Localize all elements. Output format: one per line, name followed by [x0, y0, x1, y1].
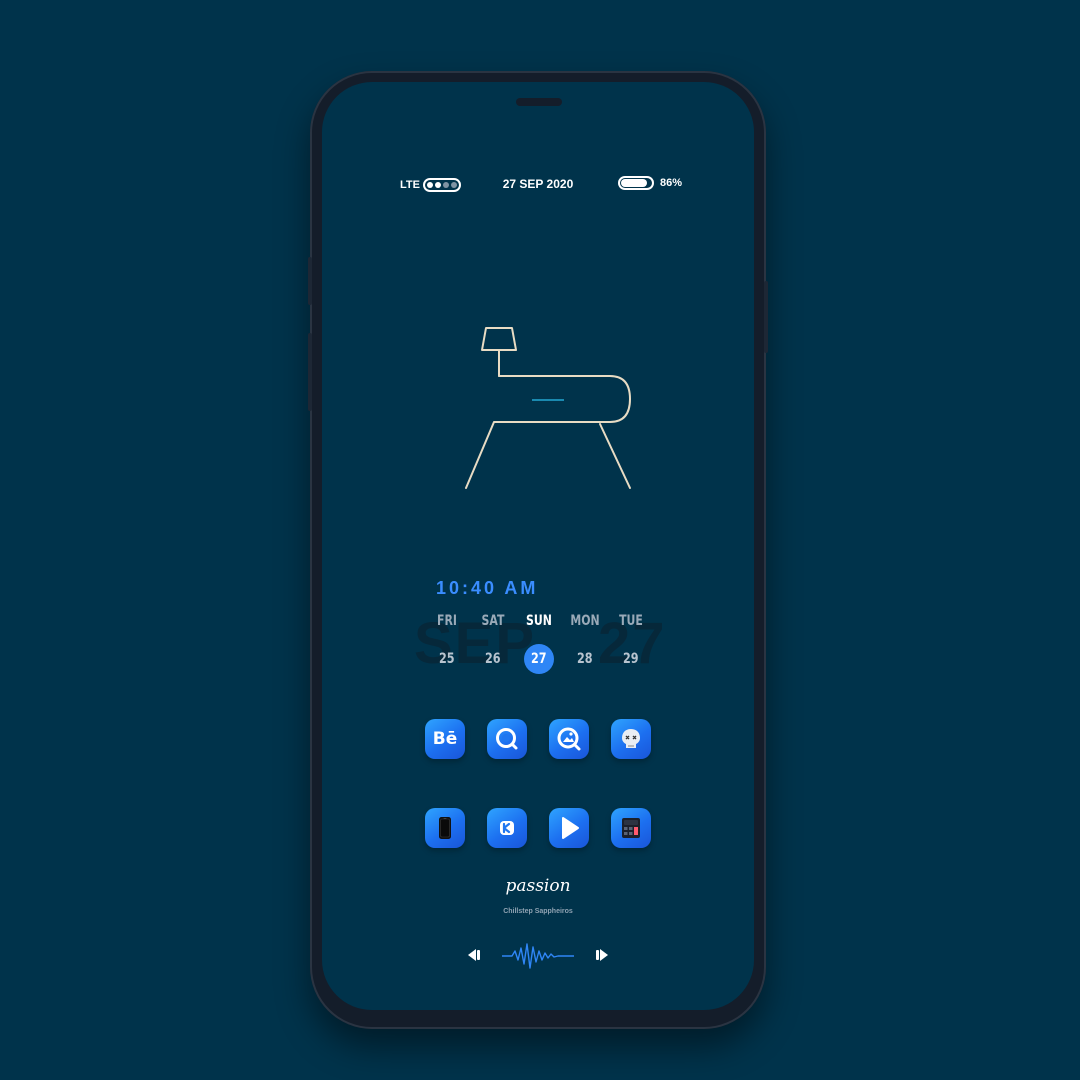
- play-icon: [562, 817, 579, 839]
- phone-device-icon: [439, 817, 451, 839]
- behance-icon: Bē: [432, 729, 458, 749]
- song-title: passion: [505, 876, 571, 896]
- day-fri[interactable]: FRI 25: [425, 610, 469, 674]
- day-name: MON: [570, 613, 600, 629]
- day-name: SUN: [526, 613, 552, 629]
- week-calendar: FRI 25 SAT 26 SUN 27 MON 28 TUE 29: [425, 610, 653, 674]
- calculator-icon: [622, 818, 640, 838]
- lamp-chair-illustration: [465, 327, 631, 489]
- day-number: 28: [577, 651, 593, 667]
- day-tue[interactable]: TUE 29: [609, 610, 653, 674]
- behance-app[interactable]: Bē: [425, 719, 465, 759]
- volume-down-button: [308, 333, 312, 411]
- gallery-icon: [557, 727, 581, 751]
- battery-icon: [618, 176, 654, 190]
- day-number-selected: 27: [524, 644, 554, 674]
- next-track-button[interactable]: [594, 948, 610, 962]
- day-sat[interactable]: SAT 26: [471, 610, 515, 674]
- day-sun-selected[interactable]: SUN 27: [517, 610, 561, 674]
- calculator-app[interactable]: [611, 808, 651, 848]
- device-app[interactable]: [425, 808, 465, 848]
- earpiece-speaker: [516, 98, 562, 106]
- skull-icon: [622, 729, 640, 748]
- battery-indicator: 86%: [618, 176, 682, 190]
- search-app-icon: [496, 728, 518, 750]
- day-number: 25: [439, 651, 455, 667]
- kodi-app[interactable]: [487, 808, 527, 848]
- skull-app[interactable]: [611, 719, 651, 759]
- day-name: TUE: [619, 613, 643, 629]
- audio-waveform-icon: [502, 943, 574, 969]
- video-player-app[interactable]: [549, 808, 589, 848]
- day-name: SAT: [481, 613, 505, 629]
- previous-track-button[interactable]: [466, 948, 482, 962]
- power-button: [764, 281, 768, 353]
- battery-percent: 86%: [660, 177, 683, 189]
- clock-time: 10:40 AM: [436, 578, 539, 598]
- day-number: 26: [485, 651, 501, 667]
- home-screen: LTE 27 SEP 2020 86% SEP 27 10:40 AM FRI …: [322, 82, 754, 1010]
- status-date: 27 SEP 2020: [502, 177, 574, 191]
- status-bar: LTE 27 SEP 2020 86%: [322, 174, 754, 194]
- kodi-icon: [500, 821, 514, 835]
- gallery-app[interactable]: [549, 719, 589, 759]
- volume-up-button: [308, 257, 312, 305]
- phone-frame: LTE 27 SEP 2020 86% SEP 27 10:40 AM FRI …: [308, 71, 768, 1029]
- battery-level-fill: [621, 179, 647, 187]
- day-name: FRI: [437, 613, 457, 629]
- day-mon[interactable]: MON 28: [563, 610, 607, 674]
- day-number: 29: [623, 651, 639, 667]
- song-artist: Chillstep Sappheiros: [503, 908, 573, 915]
- search-app[interactable]: [487, 719, 527, 759]
